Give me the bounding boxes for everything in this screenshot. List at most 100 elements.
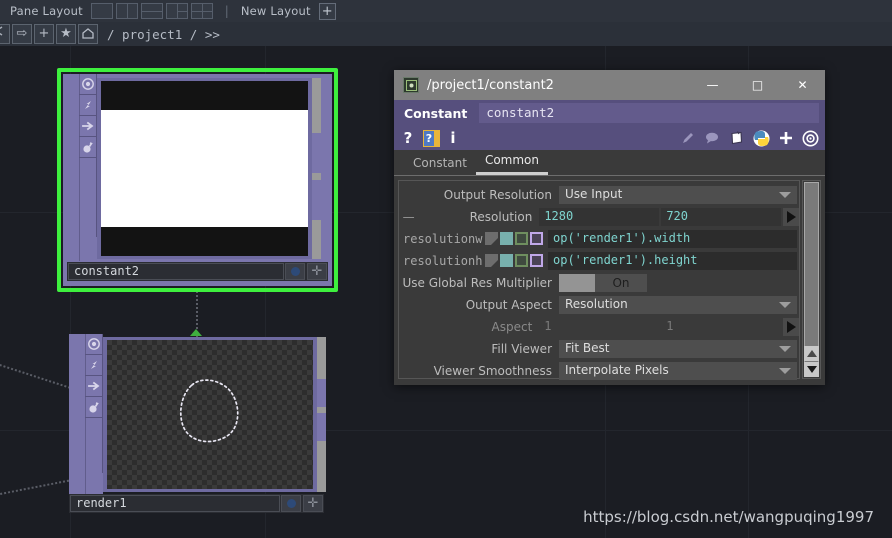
node-color-dot-chip[interactable] (281, 495, 301, 512)
param-row-use-global-res-multiplier: Use Global Res Multiplier On (399, 272, 799, 293)
breadcrumb-path[interactable]: / project1 / >> (107, 27, 220, 42)
pane-layout-button-group (90, 3, 213, 19)
node-flags (85, 334, 103, 473)
plus-icon[interactable] (778, 130, 794, 146)
node-body[interactable]: render1 ✛ (69, 334, 326, 529)
info-icon[interactable]: i (449, 129, 457, 147)
node-viewer-constant2[interactable] (101, 81, 308, 256)
chevron-down-icon (779, 191, 791, 198)
add-node-button[interactable]: + (34, 24, 54, 44)
node-viewer-render1[interactable] (107, 340, 313, 489)
home-button[interactable] (78, 24, 98, 44)
param-expand-arrow-aspect[interactable] (783, 317, 799, 336)
expression-mode-chip[interactable] (500, 254, 513, 267)
bypass-flag-icon[interactable] (85, 355, 103, 376)
param-expression-resolutionw[interactable]: op('render1').width (548, 229, 797, 248)
bypass-flag-icon[interactable] (79, 95, 97, 116)
clone-flag-icon[interactable] (79, 137, 97, 158)
pencil-icon[interactable] (680, 130, 696, 146)
param-menu-output-aspect[interactable]: Resolution (559, 295, 797, 314)
scrollbar-thumb[interactable] (312, 133, 321, 173)
node-name-field[interactable]: constant2 (68, 263, 284, 280)
operator-icon (403, 77, 419, 93)
viewer-flag-icon[interactable] (79, 74, 97, 95)
new-layout-label: New Layout (240, 4, 311, 18)
layout-button-vertical-split[interactable] (115, 3, 138, 19)
param-value-resolution-height[interactable]: 720 (661, 207, 782, 226)
node-color-dot-chip[interactable] (285, 263, 305, 280)
scroll-down-button[interactable] (804, 362, 819, 377)
node-viewer-scrollbar[interactable] (312, 78, 321, 259)
export-mode-chip[interactable] (515, 232, 528, 245)
help-book-icon[interactable]: ? (423, 129, 440, 147)
scrollbar-thumb[interactable] (312, 180, 321, 220)
param-value-aspect-width[interactable]: 1 (539, 317, 660, 336)
render-flag-icon[interactable] (85, 376, 103, 397)
operator-name-field[interactable]: constant2 (479, 103, 819, 123)
expression-mode-chip[interactable] (500, 232, 513, 245)
param-label-use-global-res-multiplier: Use Global Res Multiplier (402, 275, 552, 290)
node-left-strip (69, 334, 86, 494)
param-value-aspect-height[interactable]: 1 (661, 317, 782, 336)
network-editor-canvas[interactable]: constant2 ✛ render1 ✛ /project1/constant… (0, 46, 892, 538)
param-name-resolutionh: resolutionh (403, 253, 483, 268)
constant-mode-chip[interactable] (485, 254, 498, 267)
python-icon[interactable] (753, 130, 770, 147)
param-row-resolutionh: resolutionh op('render1').height (399, 250, 799, 271)
render-flag-icon[interactable] (79, 116, 97, 137)
node-body[interactable]: constant2 ✛ (63, 74, 332, 286)
maximize-button[interactable]: □ (735, 70, 780, 100)
dialog-scrollbar[interactable] (802, 180, 821, 379)
param-expand-arrow-resolution[interactable] (783, 207, 799, 226)
tab-common[interactable]: Common (475, 150, 548, 175)
export-mode-chip[interactable] (515, 254, 528, 267)
node-color-dot-icon (286, 499, 296, 508)
question-mark-icon[interactable]: ? (402, 129, 414, 147)
node-color-dot-icon (290, 267, 300, 276)
layout-button-quad-pane[interactable] (190, 3, 213, 19)
clone-flag-icon[interactable] (85, 397, 103, 418)
target-icon[interactable] (802, 130, 819, 147)
bookmark-star-button[interactable]: ★ (56, 24, 76, 44)
node-render1[interactable]: render1 ✛ (69, 334, 326, 529)
param-expression-resolutionh[interactable]: op('render1').height (548, 251, 797, 270)
param-toggle-use-global-res-multiplier[interactable]: On (559, 273, 647, 292)
bind-mode-chip[interactable] (530, 232, 543, 245)
chevron-down-icon (779, 367, 791, 374)
param-value-resolution-width[interactable]: 1280 (539, 207, 660, 226)
param-value-viewer-smoothness: Interpolate Pixels (565, 363, 669, 377)
note-icon[interactable] (728, 130, 745, 147)
node-name-field[interactable]: render1 (70, 495, 280, 512)
viewer-flag-icon[interactable] (85, 334, 103, 355)
toggle-state-label: On (612, 275, 630, 290)
comment-icon[interactable] (704, 130, 720, 146)
node-expand-chip[interactable]: ✛ (303, 495, 323, 512)
layout-button-three-pane[interactable] (165, 3, 188, 19)
forward-arrow-button[interactable]: ⇨ (12, 24, 32, 44)
scroll-up-button[interactable] (804, 346, 819, 361)
param-menu-viewer-smoothness[interactable]: Interpolate Pixels (559, 361, 797, 380)
parameter-dialog[interactable]: /project1/constant2 — □ ✕ Constant const… (394, 70, 825, 385)
node-constant2[interactable]: constant2 ✛ (57, 68, 338, 292)
bind-mode-chip[interactable] (530, 254, 543, 267)
param-menu-fill-viewer[interactable]: Fit Best (559, 339, 797, 358)
close-button[interactable]: ✕ (780, 70, 825, 100)
new-layout-add-button[interactable]: + (318, 2, 336, 20)
param-menu-output-resolution[interactable]: Use Input (559, 185, 797, 204)
chevron-down-icon (779, 301, 791, 308)
node-expand-chip[interactable]: ✛ (307, 263, 327, 280)
layout-button-horizontal-split[interactable] (140, 3, 163, 19)
tab-constant[interactable]: Constant (404, 153, 476, 175)
scrollbar-thumb[interactable] (317, 379, 326, 407)
back-arrow-icon (0, 26, 3, 36)
param-collapse-toggle[interactable]: — (399, 210, 418, 224)
node-viewer-scrollbar[interactable] (317, 337, 326, 492)
layout-button-single[interactable] (90, 3, 113, 19)
dialog-title-bar[interactable]: /project1/constant2 — □ ✕ (394, 70, 825, 100)
minimize-button[interactable]: — (690, 70, 735, 100)
constant-mode-chip[interactable] (485, 232, 498, 245)
watermark-text: https://blog.csdn.net/wangpuqing1997 (583, 508, 874, 526)
back-arrow-button[interactable] (0, 24, 10, 44)
toolbar-separator: | (224, 4, 229, 18)
scrollbar-thumb[interactable] (317, 413, 326, 441)
